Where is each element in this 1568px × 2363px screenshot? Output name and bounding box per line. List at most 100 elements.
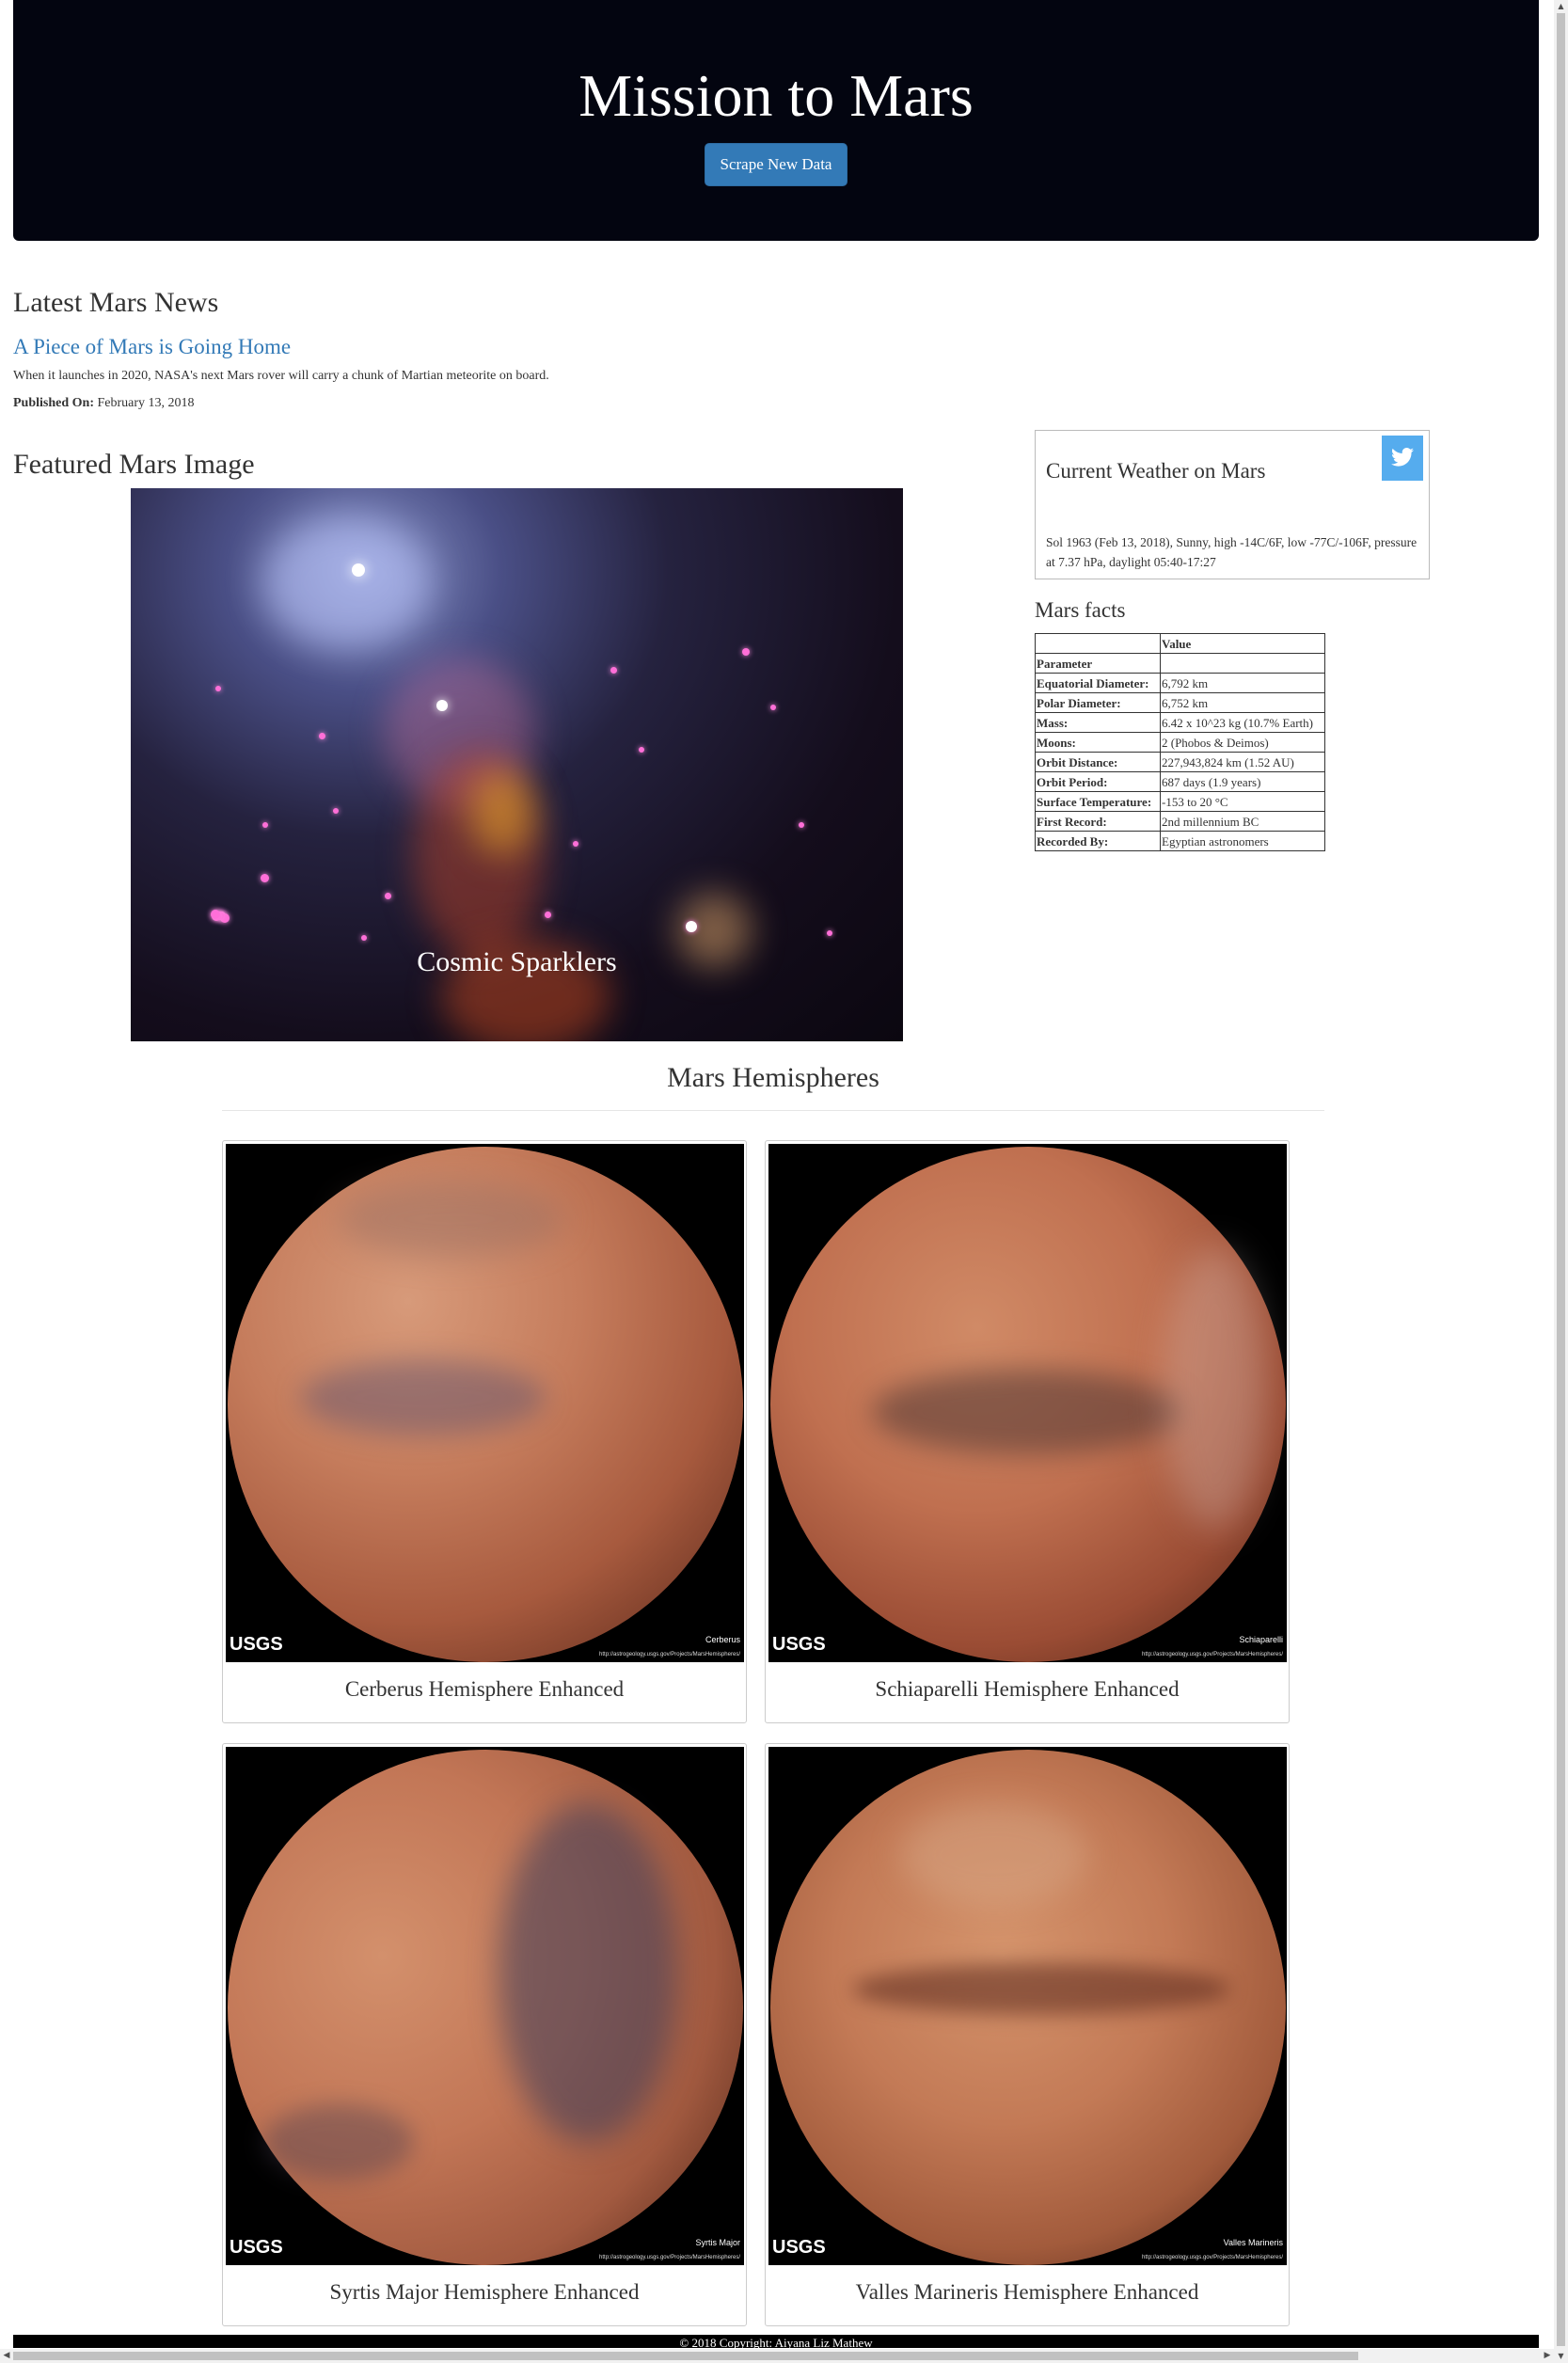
star [352, 563, 365, 577]
featured-image-heading: Featured Mars Image [13, 449, 255, 480]
hemisphere-label: Valles Marineris [1223, 2238, 1283, 2247]
star [215, 686, 221, 691]
fact-value: Egyptian astronomers [1160, 831, 1325, 851]
star [436, 700, 448, 711]
star [827, 930, 832, 936]
hemisphere-card[interactable]: USGS Schiaparelli http://astrogeology.us… [765, 1140, 1290, 1723]
twitter-icon[interactable] [1382, 436, 1423, 481]
usgs-logo: USGS [772, 1634, 826, 1655]
hemisphere-url: http://astrogeology.usgs.gov/Projects/Ma… [1142, 2255, 1283, 2260]
fact-label: Orbit Distance: [1035, 752, 1161, 772]
mars-facts-table: Value Parameter Equatorial Diameter: 6,79… [1035, 633, 1325, 851]
hemisphere-image[interactable]: USGS Schiaparelli http://astrogeology.us… [768, 1144, 1287, 1662]
scrape-new-data-button[interactable]: Scrape New Data [704, 143, 848, 186]
star [610, 667, 617, 674]
table-cell [1160, 653, 1325, 674]
scroll-right-icon[interactable]: ▶ [1541, 2349, 1554, 2363]
surface-feature [853, 1963, 1229, 2015]
usgs-logo: USGS [772, 2237, 826, 2258]
star [361, 935, 367, 941]
published-date: February 13, 2018 [97, 396, 195, 410]
table-row: Polar Diameter: 6,752 km [1035, 692, 1325, 713]
news-published: Published On: February 13, 2018 [13, 394, 1048, 413]
vertical-scrollbar[interactable]: ▲ ▼ [1554, 0, 1568, 2363]
star [333, 808, 339, 814]
star [261, 874, 269, 882]
scroll-up-icon[interactable]: ▲ [1554, 0, 1568, 13]
hemisphere-caption: Cerberus Hemisphere Enhanced [344, 1677, 625, 1701]
hemisphere-card[interactable]: USGS Valles Marineris http://astrogeolog… [765, 1743, 1290, 2326]
scroll-left-icon[interactable]: ◀ [0, 2349, 13, 2363]
featured-image-section: Featured Mars Image Cosmic Sparklers [13, 444, 991, 1041]
featured-image-caption: Cosmic Sparklers [417, 946, 617, 977]
star [799, 822, 804, 828]
star [385, 893, 391, 899]
divider [222, 1110, 1324, 1111]
hemisphere-card[interactable]: USGS Cerberus http://astrogeology.usgs.g… [222, 1140, 747, 1723]
fact-value: 227,943,824 km (1.52 AU) [1160, 752, 1325, 772]
table-row: Mass: 6.42 x 10^23 kg (10.7% Earth) [1035, 712, 1325, 733]
star [211, 910, 220, 919]
news-paragraph: When it launches in 2020, NASA's next Ma… [13, 369, 549, 383]
nebula-glow [262, 516, 432, 648]
surface-feature [339, 1182, 564, 1257]
featured-image[interactable]: Cosmic Sparklers [131, 488, 903, 1041]
star [639, 747, 644, 753]
footer: © 2018 Copyright: Aiyana Liz Mathew [13, 2335, 1539, 2348]
weather-text: Sol 1963 (Feb 13, 2018), Sunny, high -14… [1046, 535, 1418, 569]
mars-facts-heading: Mars facts [1035, 598, 1126, 622]
fact-value: -153 to 20 °C [1160, 791, 1325, 812]
hemisphere-url: http://astrogeology.usgs.gov/Projects/Ma… [599, 2255, 740, 2260]
fact-label: Orbit Period: [1035, 771, 1161, 792]
table-row: Moons: 2 (Phobos & Deimos) [1035, 732, 1325, 753]
news-heading: Latest Mars News [13, 287, 219, 318]
hemisphere-label: Schiaparelli [1239, 1635, 1283, 1644]
table-header-blank [1035, 633, 1161, 654]
table-header-row: Value [1035, 633, 1325, 654]
fact-value: 6,792 km [1160, 673, 1325, 693]
news-section: Latest Mars News A Piece of Mars is Goin… [13, 282, 1048, 413]
hemisphere-caption: Syrtis Major Hemisphere Enhanced [329, 2280, 640, 2304]
surface-feature [900, 1803, 1088, 1907]
fact-label: Equatorial Diameter: [1035, 673, 1161, 693]
surface-feature [872, 1370, 1182, 1454]
hemispheres-heading: Mars Hemispheres [667, 1062, 879, 1093]
star [573, 841, 578, 847]
news-title-link[interactable]: A Piece of Mars is Going Home [13, 333, 1048, 361]
fact-value: 2nd millennium BC [1160, 811, 1325, 832]
weather-heading: Current Weather on Mars [1046, 459, 1266, 483]
vertical-scroll-thumb[interactable] [1557, 13, 1565, 2346]
hemisphere-card[interactable]: USGS Syrtis Major http://astrogeology.us… [222, 1743, 747, 2326]
horizontal-scroll-thumb[interactable] [13, 2352, 1358, 2360]
table-index-label: Parameter [1035, 653, 1161, 674]
star [742, 648, 750, 656]
fact-label: Mass: [1035, 712, 1161, 733]
footer-copyright: © 2018 Copyright: Aiyana Liz Mathew [679, 2336, 873, 2348]
table-row: Orbit Distance: 227,943,824 km (1.52 AU) [1035, 752, 1325, 772]
fact-value: 2 (Phobos & Deimos) [1160, 732, 1325, 753]
fact-label: Polar Diameter: [1035, 692, 1161, 713]
star [686, 921, 697, 932]
surface-feature [499, 1803, 677, 2142]
hemisphere-caption: Schiaparelli Hemisphere Enhanced [875, 1677, 1180, 1701]
table-row: Equatorial Diameter: 6,792 km [1035, 673, 1325, 693]
table-row: First Record: 2nd millennium BC [1035, 811, 1325, 832]
fact-value: 687 days (1.9 years) [1160, 771, 1325, 792]
table-row: Recorded By: Egyptian astronomers [1035, 831, 1325, 851]
published-label: Published On: [13, 396, 94, 410]
surface-feature [301, 1360, 546, 1435]
table-row: Orbit Period: 687 days (1.9 years) [1035, 771, 1325, 792]
hemisphere-image[interactable]: USGS Syrtis Major http://astrogeology.us… [226, 1747, 744, 2265]
scroll-down-icon[interactable]: ▼ [1554, 2350, 1568, 2363]
hemisphere-image[interactable]: USGS Valles Marineris http://astrogeolog… [768, 1747, 1287, 2265]
horizontal-scrollbar[interactable]: ◀ ▶ [0, 2349, 1554, 2363]
hemisphere-image[interactable]: USGS Cerberus http://astrogeology.usgs.g… [226, 1144, 744, 1662]
star [545, 912, 551, 918]
fact-label: First Record: [1035, 811, 1161, 832]
fact-value: 6.42 x 10^23 kg (10.7% Earth) [1160, 712, 1325, 733]
table-header-value: Value [1160, 633, 1325, 654]
table-row: Surface Temperature: -153 to 20 °C [1035, 791, 1325, 812]
surface-feature [1164, 1247, 1267, 1530]
hemisphere-label: Cerberus [705, 1635, 740, 1644]
jumbotron-header: Mission to Mars Scrape New Data [13, 0, 1539, 241]
